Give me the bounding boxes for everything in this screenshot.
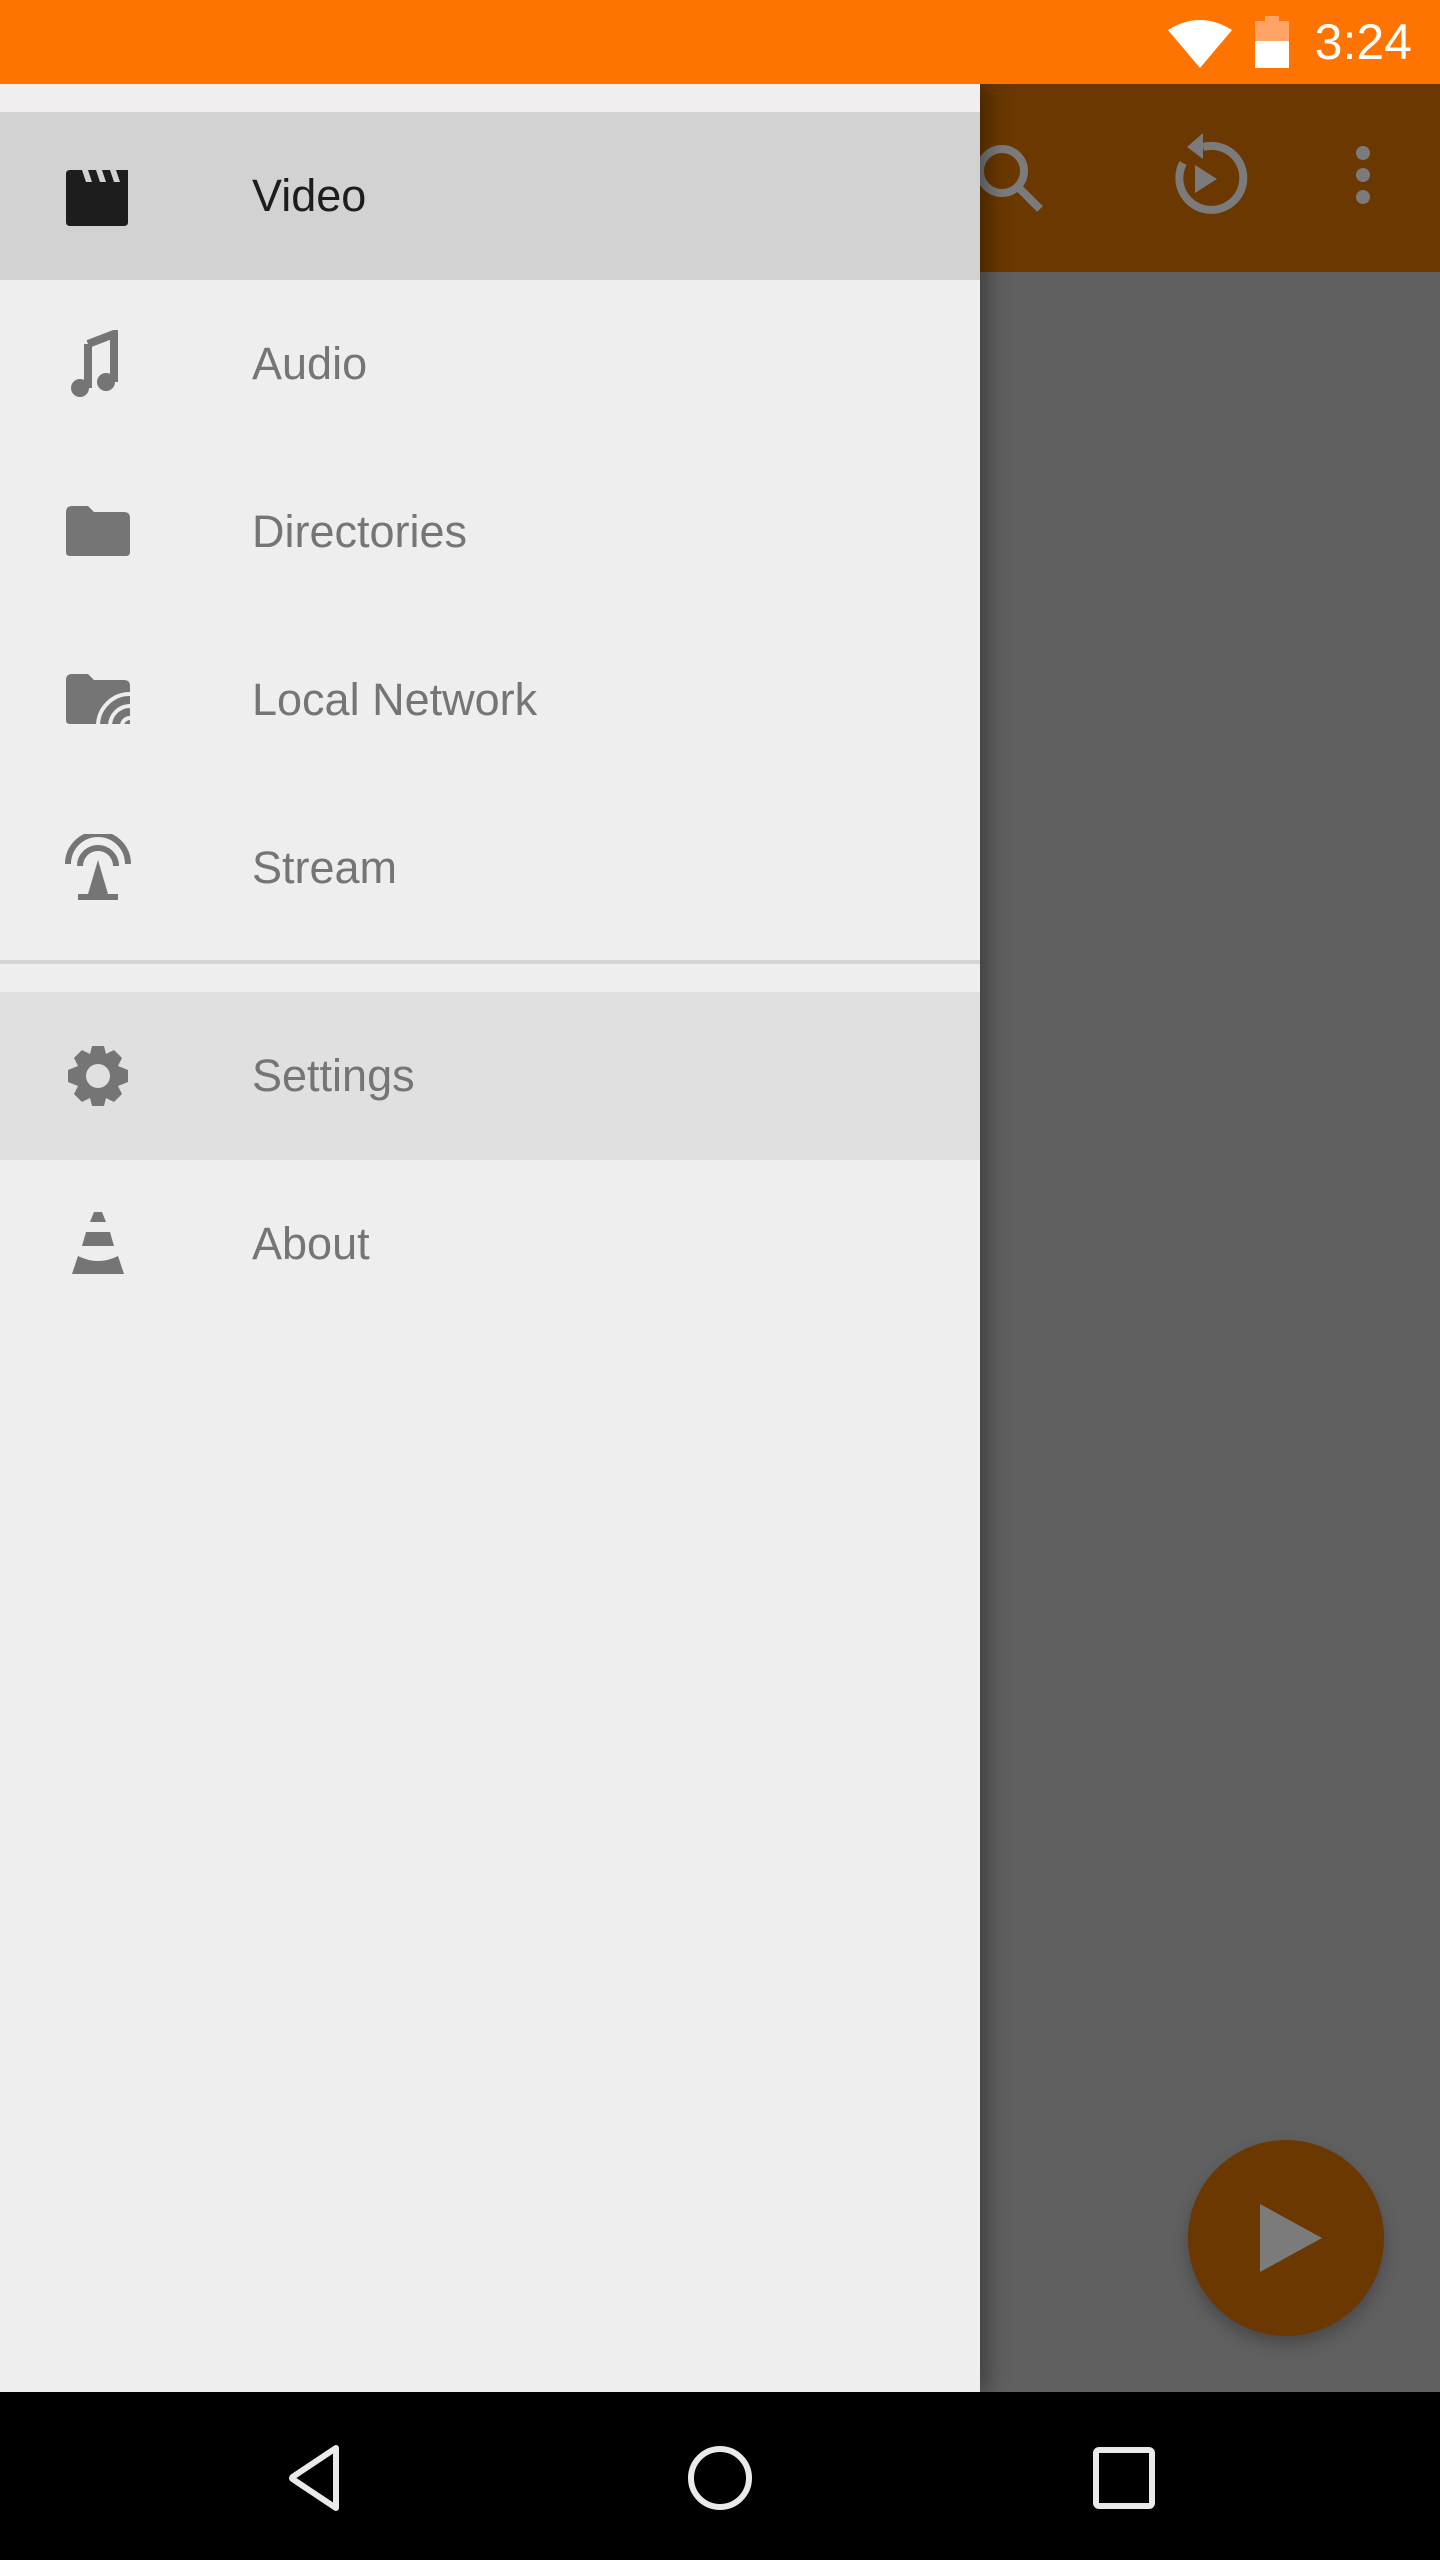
drawer-item-label: Local Network (252, 674, 538, 725)
home-icon[interactable] (684, 2442, 756, 2514)
drawer-item-audio[interactable]: Audio (0, 280, 980, 448)
recents-icon[interactable] (1088, 2442, 1160, 2514)
resume-playback-icon[interactable] (1155, 129, 1251, 225)
video-clapperboard-icon (66, 170, 128, 226)
drawer-item-video[interactable]: Video (0, 112, 980, 280)
wifi-icon (1168, 20, 1232, 68)
drawer-item-stream[interactable]: Stream (0, 784, 980, 952)
drawer-item-label: Stream (252, 842, 398, 893)
drawer-item-local-network[interactable]: Local Network (0, 616, 980, 784)
drawer-item-directories[interactable]: Directories (0, 448, 980, 616)
network-folder-icon (66, 674, 131, 727)
back-icon[interactable] (280, 2442, 352, 2514)
drawer-item-label: Settings (252, 1050, 415, 1101)
gear-icon (68, 1046, 128, 1106)
music-note-icon (71, 330, 118, 397)
drawer-item-label: Video (252, 170, 367, 221)
status-bar: 3:24 (0, 0, 1440, 84)
drawer-divider (0, 960, 980, 964)
vlc-cone-icon (72, 1212, 124, 1274)
play-fab-button[interactable] (1188, 2140, 1384, 2336)
drawer-item-settings[interactable]: Settings (0, 992, 980, 1160)
folder-icon (66, 506, 130, 556)
more-vert-icon[interactable] (1315, 129, 1411, 225)
battery-half-icon (1255, 16, 1289, 68)
drawer-item-label: Audio (252, 338, 368, 389)
drawer-item-about[interactable]: About (0, 1160, 980, 1328)
play-icon (1260, 2204, 1322, 2272)
system-navigation-bar (0, 2392, 1440, 2560)
drawer-item-label: About (252, 1218, 370, 1269)
clock: 3:24 (1314, 14, 1412, 70)
drawer-item-label: Directories (252, 506, 468, 557)
stream-antenna-icon (65, 834, 131, 900)
drawer-header-spacer (0, 84, 980, 112)
navigation-drawer: Video Audio Directories Local Network St… (0, 84, 980, 2392)
